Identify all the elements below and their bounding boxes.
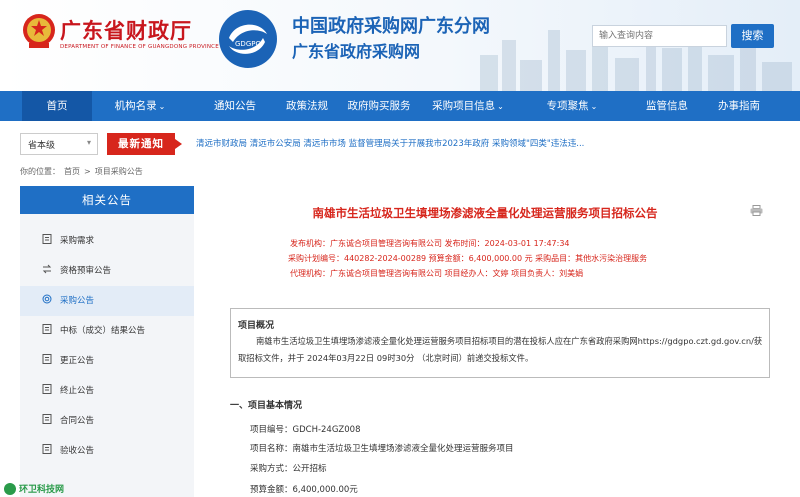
latest-notice-label: 最新通知 <box>107 133 182 155</box>
site-header: 广东省财政厅 DEPARTMENT OF FINANCE OF GUANGDON… <box>0 0 800 91</box>
info-project-number: 项目编号：GDCH-24GZ008 <box>250 425 361 435</box>
nav-supervision[interactable]: 监管信息 <box>640 91 694 121</box>
chevron-down-icon: ⌄ <box>590 102 598 111</box>
gdgpo-logo: GDGPO <box>219 10 277 68</box>
project-overview-box: 项目概况 南雄市生活垃圾卫生填埋场渗滤液全量化处理运营服务项目招标项目的潜在投标… <box>230 308 770 378</box>
info-procurement-method: 采购方式：公开招标 <box>250 464 327 474</box>
sidebar-item-termination[interactable]: 终止公告 <box>20 376 194 406</box>
caret-down-icon: ▾ <box>86 138 91 147</box>
target-icon <box>42 294 52 304</box>
search-input[interactable] <box>592 25 727 47</box>
sidebar-item-correction[interactable]: 更正公告 <box>20 346 194 376</box>
search-button[interactable]: 搜索 <box>731 24 774 48</box>
sidebar-item-label: 资格预审公告 <box>60 266 112 276</box>
breadcrumb-prefix: 你的位置： <box>20 167 60 176</box>
meta-line-agency: 代理机构：广东诚合项目管理咨询有限公司 项目经办人：文婷 项目负责人：刘美娟 <box>290 269 584 278</box>
breadcrumb-separator: > <box>84 167 91 176</box>
sidebar-item-label: 终止公告 <box>60 386 95 396</box>
portal-subtitle: 广东省政府采购网 <box>292 42 421 61</box>
document-icon <box>42 234 52 244</box>
national-emblem-icon <box>23 14 55 48</box>
sidebar-item-contract[interactable]: 合同公告 <box>20 406 194 436</box>
nav-directory[interactable]: 机构名录 ⌄ <box>108 91 172 121</box>
info-project-name: 项目名称：南雄市生活垃圾卫生填埋场渗滤液全量化处理运营服务项目 <box>250 444 514 454</box>
nav-home[interactable]: 首页 <box>22 91 92 121</box>
breadcrumb-current[interactable]: 项目采购公告 <box>95 167 143 176</box>
meta-line-publisher: 发布机构：广东诚合项目管理咨询有限公司 发布时间：2024-03-01 17:4… <box>290 239 570 248</box>
sidebar: 相关公告 采购需求 资格预审公告 采购公告 中标（成交）结果公告 更正公告 终止… <box>20 186 194 497</box>
latest-notice-link[interactable]: 清远市财政局 清远市公安局 清远市市场 监督管理局关于开展我市2023年政府 采… <box>196 137 786 149</box>
region-select-value: 省本级 <box>28 141 56 151</box>
watermark-text: 环卫科技网 <box>19 485 65 495</box>
document-icon <box>42 444 52 454</box>
document-icon <box>42 354 52 364</box>
print-icon[interactable] <box>750 205 763 216</box>
watermark-logo-icon <box>4 482 16 495</box>
nav-notices[interactable]: 通知公告 <box>208 91 262 121</box>
sidebar-item-label: 中标（成交）结果公告 <box>60 326 146 336</box>
gdgpo-logo-text: GDGPO <box>235 40 261 48</box>
nav-special-label: 专项聚焦 <box>546 100 589 112</box>
nav-directory-label: 机构名录 <box>114 100 157 112</box>
sidebar-item-label: 合同公告 <box>60 416 95 426</box>
nav-gov-services[interactable]: 政府购买服务 <box>344 91 414 121</box>
announcement-content: 南雄市生活垃圾卫生填埋场渗滤液全量化处理运营服务项目招标公告 发布机构：广东诚合… <box>210 186 790 497</box>
document-icon <box>42 324 52 334</box>
overview-title: 项目概况 <box>238 321 275 331</box>
sidebar-item-label: 采购公告 <box>60 296 95 306</box>
sidebar-title: 相关公告 <box>20 186 194 214</box>
sidebar-item-award[interactable]: 中标（成交）结果公告 <box>20 316 194 346</box>
document-icon <box>42 384 52 394</box>
nav-special[interactable]: 专项聚焦 ⌄ <box>540 91 604 121</box>
announcement-title: 南雄市生活垃圾卫生填埋场渗滤液全量化处理运营服务项目招标公告 <box>312 206 658 220</box>
nav-project-info[interactable]: 采购项目信息 ⌄ <box>432 91 504 121</box>
portal-title: 中国政府采购网广东分网 <box>292 16 490 37</box>
sidebar-item-prequalification[interactable]: 资格预审公告 <box>20 256 194 286</box>
sidebar-item-label: 更正公告 <box>60 356 95 366</box>
section-title: 一、项目基本情况 <box>230 401 303 411</box>
chevron-down-icon: ⌄ <box>497 102 504 111</box>
sidebar-item-label: 采购需求 <box>60 236 95 246</box>
finance-dept-english: DEPARTMENT OF FINANCE OF GUANGDONG PROVI… <box>60 44 219 50</box>
watermark: 环卫科技网 <box>4 481 64 496</box>
meta-line-budget: 采购计划编号：440282-2024-00289 预算金额：6,400,000.… <box>288 254 648 263</box>
region-select[interactable]: 省本级 ▾ <box>20 133 98 155</box>
sidebar-item-procurement[interactable]: 采购公告 <box>20 286 194 316</box>
sidebar-item-requirements[interactable]: 采购需求 <box>20 226 194 256</box>
breadcrumb-home[interactable]: 首页 <box>64 167 80 176</box>
nav-project-info-label: 采购项目信息 <box>432 100 496 112</box>
chevron-down-icon: ⌄ <box>158 102 166 111</box>
document-icon <box>42 414 52 424</box>
info-budget: 预算金额：6,400,000.00元 <box>250 485 358 495</box>
finance-dept-name: 广东省财政厅 <box>60 18 192 43</box>
main-nav: 首页 机构名录 ⌄ 通知公告 政策法规 政府购买服务 采购项目信息 ⌄ 专项聚焦 ⌄ … <box>0 91 800 121</box>
breadcrumb: 你的位置： 首页 > 项目采购公告 <box>20 166 147 177</box>
nav-policies[interactable]: 政策法规 <box>280 91 334 121</box>
sidebar-item-acceptance[interactable]: 验收公告 <box>20 436 194 466</box>
nav-guide[interactable]: 办事指南 <box>712 91 766 121</box>
overview-text: 南雄市生活垃圾卫生填埋场渗滤液全量化处理运营服务项目招标项目的潜在投标人应在广东… <box>238 336 763 363</box>
sidebar-item-label: 验收公告 <box>60 446 95 456</box>
exchange-icon <box>42 264 52 274</box>
